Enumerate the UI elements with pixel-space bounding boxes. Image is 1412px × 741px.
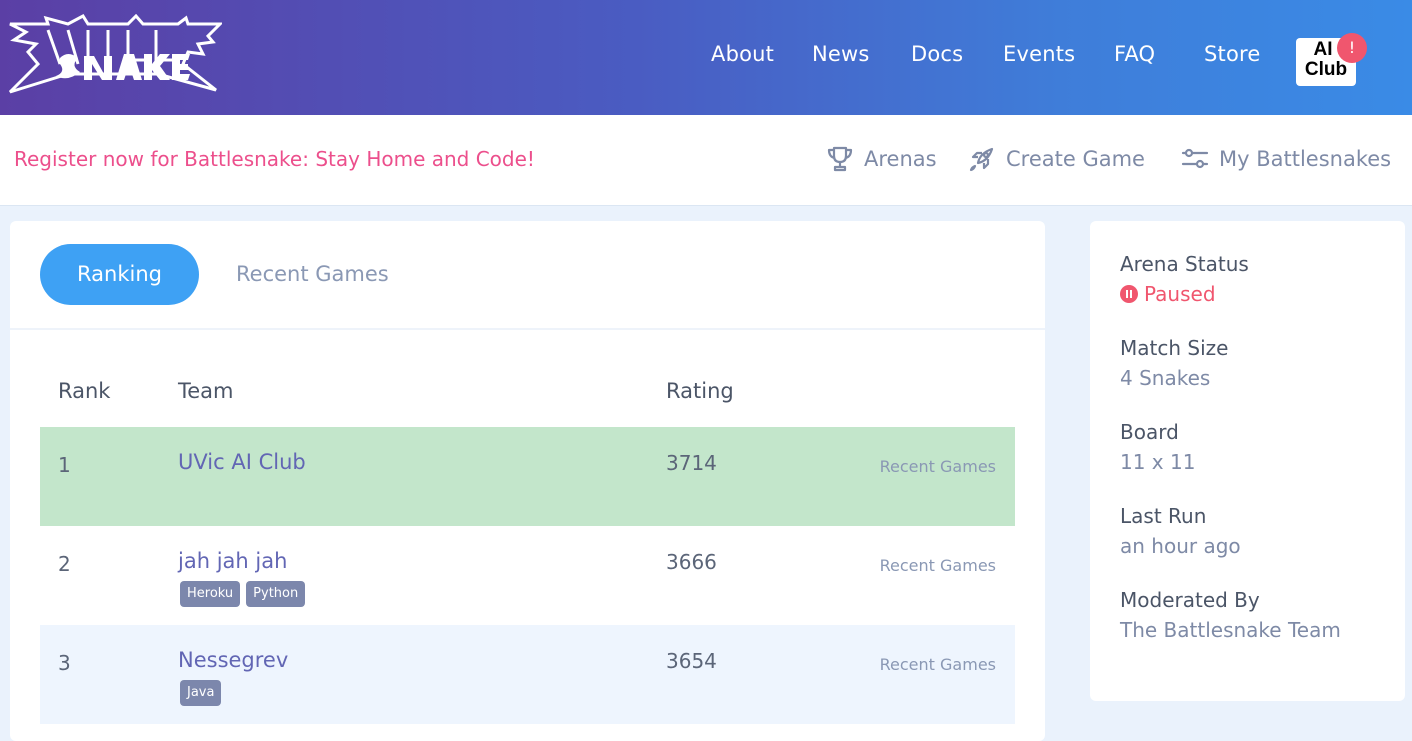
tab-bar: Ranking Recent Games: [10, 221, 1045, 330]
recent-games-link[interactable]: Recent Games: [880, 457, 996, 476]
table-row: 2 jah jah jah Heroku Python 3666 Recent …: [40, 526, 1015, 625]
nav-about[interactable]: About: [711, 42, 774, 66]
team-link[interactable]: jah jah jah: [178, 549, 287, 573]
arenas-label: Arenas: [864, 147, 937, 171]
column-header-rating: Rating: [666, 379, 734, 403]
moderated-by-label: Moderated By: [1120, 588, 1260, 612]
arena-status-label: Arena Status: [1120, 252, 1249, 276]
main-nav: About News Docs Events FAQ Store: [0, 42, 1412, 72]
tab-ranking[interactable]: Ranking: [40, 244, 199, 305]
last-run-value: an hour ago: [1120, 534, 1241, 558]
leaderboard-panel: Ranking Recent Games Rank Team Rating 1 …: [10, 221, 1045, 741]
create-game-link[interactable]: Create Game: [968, 143, 1145, 175]
nav-events[interactable]: Events: [1003, 42, 1075, 66]
create-game-label: Create Game: [1006, 147, 1145, 171]
site-header: About News Docs Events FAQ Store AI Club…: [0, 0, 1412, 115]
table-row: 3 Nessegrev Java 3654 Recent Games: [40, 625, 1015, 724]
team-link[interactable]: Nessegrev: [178, 648, 288, 672]
sub-navigation-bar: Register now for Battlesnake: Stay Home …: [0, 115, 1412, 206]
board-label: Board: [1120, 420, 1179, 444]
rank-cell: 3: [58, 651, 71, 675]
arena-status-text: Paused: [1144, 282, 1216, 306]
ai-club-line2: Club: [1304, 59, 1348, 80]
notification-badge: !: [1337, 33, 1367, 63]
tag-list: Java: [180, 680, 227, 706]
arenas-link[interactable]: Arenas: [826, 143, 937, 175]
tab-recent-games[interactable]: Recent Games: [236, 244, 389, 305]
trophy-icon: [827, 146, 853, 172]
arena-info-panel: Arena Status Paused Match Size 4 Snakes …: [1090, 221, 1405, 701]
rocket-icon: [969, 147, 994, 172]
team-link[interactable]: UVic AI Club: [178, 450, 306, 474]
pause-icon: [1120, 285, 1138, 303]
sliders-icon: [1181, 148, 1209, 169]
table-row: 1 UVic AI Club 3714 Recent Games: [40, 427, 1015, 526]
tag-badge: Heroku: [180, 581, 241, 607]
last-run-label: Last Run: [1120, 504, 1207, 528]
tag-list: Heroku Python: [180, 581, 311, 607]
recent-games-link[interactable]: Recent Games: [880, 655, 996, 674]
recent-games-link[interactable]: Recent Games: [880, 556, 996, 575]
my-battlesnakes-label: My Battlesnakes: [1219, 147, 1392, 171]
column-header-rank: Rank: [58, 379, 111, 403]
rank-cell: 1: [58, 453, 71, 477]
arena-status-value: Paused: [1120, 282, 1216, 306]
rating-cell: 3714: [666, 451, 717, 475]
register-banner-link[interactable]: Register now for Battlesnake: Stay Home …: [14, 147, 535, 171]
nav-news[interactable]: News: [812, 42, 870, 66]
my-battlesnakes-link[interactable]: My Battlesnakes: [1181, 143, 1391, 175]
board-value: 11 x 11: [1120, 450, 1196, 474]
nav-faq[interactable]: FAQ: [1114, 42, 1155, 66]
rank-cell: 2: [58, 552, 71, 576]
moderated-by-value: The Battlesnake Team: [1120, 618, 1341, 642]
column-header-team: Team: [178, 379, 234, 403]
nav-docs[interactable]: Docs: [911, 42, 963, 66]
match-size-value: 4 Snakes: [1120, 366, 1211, 390]
rating-cell: 3654: [666, 649, 717, 673]
tag-badge: Python: [246, 581, 306, 607]
rating-cell: 3666: [666, 550, 717, 574]
tag-badge: Java: [180, 680, 222, 706]
nav-store[interactable]: Store: [1204, 42, 1261, 66]
match-size-label: Match Size: [1120, 336, 1229, 360]
